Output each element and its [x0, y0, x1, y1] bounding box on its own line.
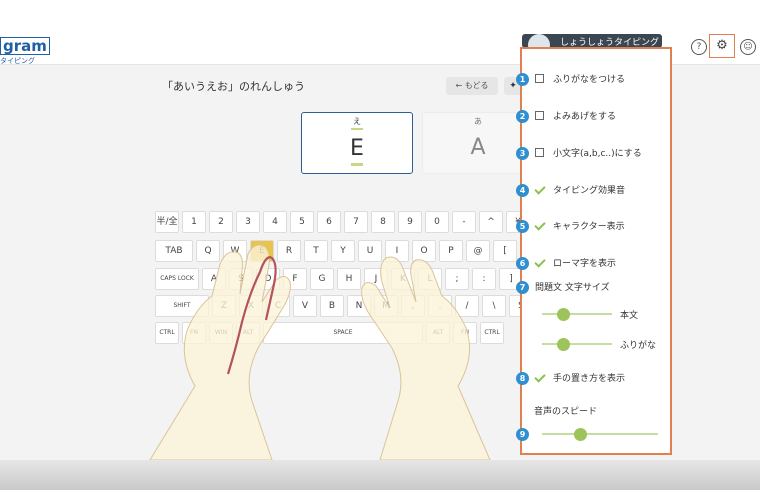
user-circle-icon[interactable]: ☺ [740, 39, 756, 55]
setting-row-4[interactable]: 4 タイピング効果音 [516, 184, 670, 204]
kana-underline [351, 128, 363, 130]
gear-icon[interactable]: ⚙ [709, 34, 735, 58]
badge: 4 [516, 184, 529, 197]
badge: 6 [516, 257, 529, 270]
settings-panel: 1 ふりがなをつける 2 よみあげをする 3 小文字(a,b,c..)にする 4 タイピング効… [516, 47, 672, 455]
checkbox[interactable] [535, 258, 544, 267]
key-7: 7 [344, 211, 368, 233]
key-8: 8 [371, 211, 395, 233]
checkbox[interactable] [535, 185, 544, 194]
key--: ^ [479, 211, 503, 233]
text-size-slider[interactable] [542, 306, 612, 322]
current-romaji: E [350, 136, 364, 161]
key-9: 9 [398, 211, 422, 233]
setting-label: 小文字(a,b,c..)にする [553, 149, 642, 159]
text-size-label: 本文 [620, 311, 639, 321]
setting-label: ふりがなをつける [553, 75, 626, 85]
checkbox[interactable] [535, 221, 544, 230]
key-0: 0 [425, 211, 449, 233]
setting-row-1[interactable]: 1 ふりがなをつける [516, 73, 670, 93]
setting-row-2[interactable]: 2 よみあげをする [516, 110, 670, 130]
font-size-section: 7 問題文 文字サイズ [516, 281, 670, 301]
setting-row-5[interactable]: 5 キャラクター表示 [516, 220, 670, 240]
hand-guide-overlay [149, 244, 491, 461]
badge: 2 [516, 110, 529, 123]
key--: - [452, 211, 476, 233]
lesson-title: 「あいうえお」のれんしゅう [162, 80, 305, 93]
back-button[interactable]: ← もどる [446, 77, 498, 95]
avatar [528, 34, 550, 48]
badge: 9 [516, 428, 529, 441]
checkbox[interactable] [535, 74, 544, 83]
key--: 半/全 [155, 211, 179, 233]
badge: 3 [516, 147, 529, 160]
logo-subtitle: タイピング [0, 57, 35, 65]
app-logo[interactable]: gram タイピング [0, 36, 50, 66]
setting-label: ローマ字を表示 [553, 259, 617, 269]
checkbox[interactable] [535, 111, 544, 120]
furigana-size-slider[interactable] [542, 336, 612, 352]
question-circle-icon[interactable]: ? [691, 39, 707, 55]
setting-row-hands[interactable]: 8 手の置き方を表示 [516, 372, 670, 392]
furigana-size-label: ふりがな [620, 341, 657, 351]
key-4: 4 [263, 211, 287, 233]
current-char-card: え E [301, 112, 413, 174]
badge: 5 [516, 220, 529, 233]
key-2: 2 [209, 211, 233, 233]
key-3: 3 [236, 211, 260, 233]
setting-label: よみあげをする [553, 112, 617, 122]
speed-label: 音声のスピード [534, 407, 598, 417]
checkbox[interactable] [535, 148, 544, 157]
badge: 7 [516, 281, 529, 294]
setting-row-3[interactable]: 3 小文字(a,b,c..)にする [516, 147, 670, 167]
setting-label: タイピング効果音 [553, 186, 626, 196]
speech-speed-slider[interactable] [542, 426, 658, 442]
key-5: 5 [290, 211, 314, 233]
top-bar [0, 0, 760, 32]
logo-text: gram [0, 37, 50, 55]
badge: 8 [516, 372, 529, 385]
romaji-underline [351, 163, 363, 166]
setting-label: キャラクター表示 [553, 222, 625, 232]
key-1: 1 [182, 211, 206, 233]
footer [0, 460, 760, 490]
current-kana: え [353, 117, 361, 126]
badge: 1 [516, 73, 529, 86]
key-6: 6 [317, 211, 341, 233]
checkbox[interactable] [535, 373, 544, 382]
user-chip[interactable]: しょうしょうタイピング [522, 34, 662, 48]
setting-row-6[interactable]: 6 ローマ字を表示 [516, 257, 670, 277]
font-size-label: 問題文 文字サイズ [535, 283, 610, 293]
setting-label: 手の置き方を表示 [553, 374, 626, 384]
